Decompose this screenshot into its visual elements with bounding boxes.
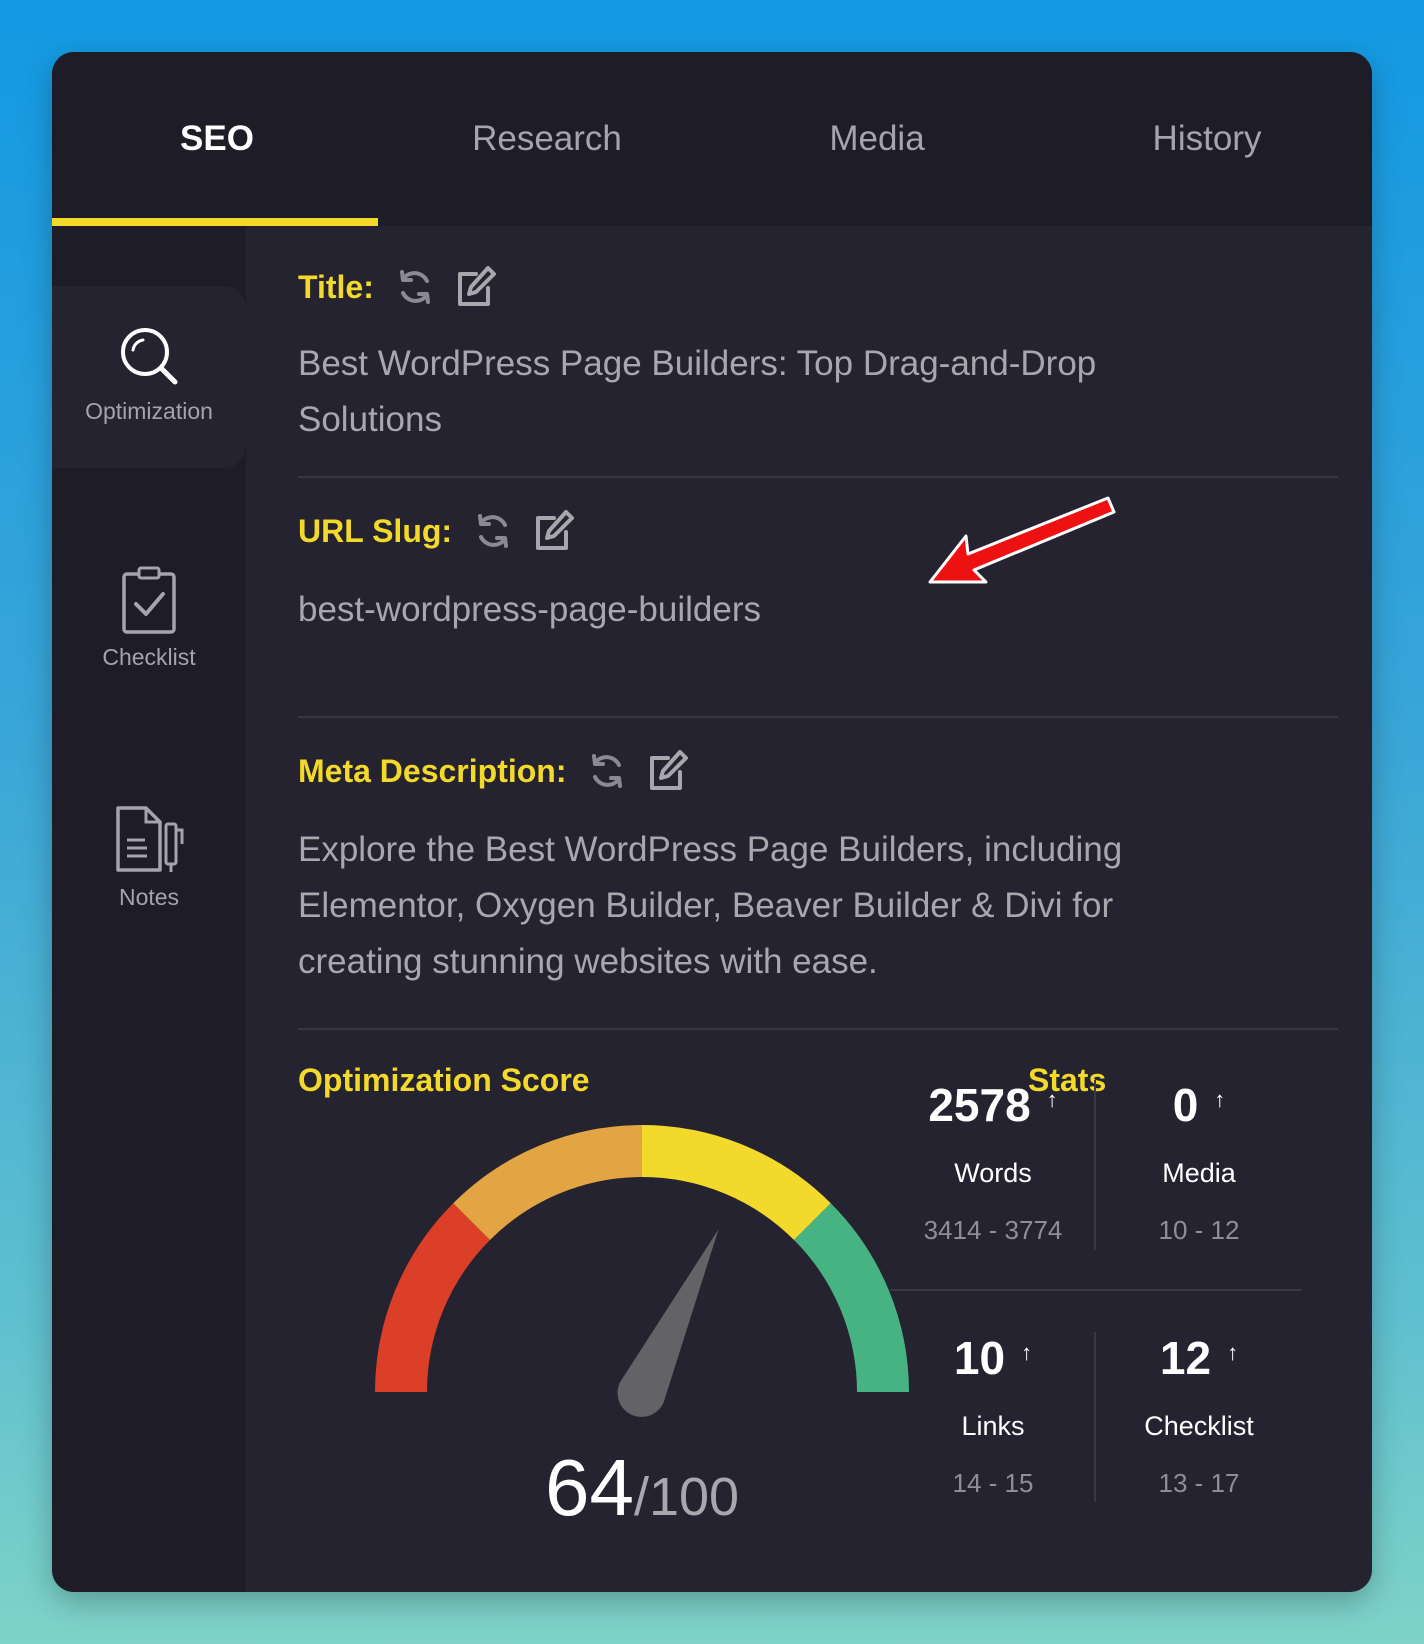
- title-field-header: Title:: [298, 266, 496, 308]
- active-tab-indicator: [52, 218, 378, 226]
- score-value: 64: [544, 1443, 634, 1532]
- stat-value: 0: [1172, 1079, 1199, 1131]
- clipboard-check-icon: [122, 566, 176, 634]
- slug-field-header: URL Slug:: [298, 510, 575, 552]
- sidebar: Optimization Checklist Notes: [52, 226, 246, 1592]
- score-max: /100: [633, 1467, 740, 1527]
- refresh-icon[interactable]: [586, 750, 628, 792]
- sidebar-item-checklist[interactable]: Checklist: [52, 566, 246, 671]
- meta-value[interactable]: Explore the Best WordPress Page Builders…: [298, 822, 1198, 990]
- arrow-up-icon: ↑: [1046, 1087, 1058, 1112]
- tab-history[interactable]: History: [1042, 52, 1372, 226]
- title-value[interactable]: Best WordPress Page Builders: Top Drag-a…: [298, 336, 1218, 448]
- sidebar-item-notes[interactable]: Notes: [52, 804, 246, 911]
- sidebar-item-label: Notes: [118, 884, 180, 910]
- tab-label: History: [1152, 119, 1262, 158]
- score-gauge: [375, 1125, 909, 1417]
- stat-media: 0 ↑ Media 10 - 12: [1094, 1078, 1304, 1246]
- annotation-arrow-icon: [928, 496, 1116, 584]
- tab-bar: SEO Research Media History: [52, 52, 1372, 226]
- edit-icon[interactable]: [532, 510, 575, 552]
- arrow-up-icon: ↑: [1021, 1340, 1033, 1365]
- refresh-icon[interactable]: [472, 510, 514, 552]
- stat-checklist: 12 ↑ Checklist 13 - 17: [1094, 1331, 1304, 1499]
- stat-range: 13 - 17: [1158, 1468, 1240, 1498]
- refresh-icon[interactable]: [394, 266, 436, 308]
- stat-label: Words: [954, 1158, 1032, 1188]
- edit-icon[interactable]: [646, 750, 689, 792]
- edit-icon[interactable]: [454, 266, 496, 308]
- tab-label: Media: [829, 119, 925, 158]
- tab-seo[interactable]: SEO: [52, 52, 382, 226]
- divider: [298, 476, 1338, 478]
- stat-links: 10 ↑ Links 14 - 15: [888, 1331, 1098, 1499]
- arrow-up-icon: ↑: [1227, 1340, 1239, 1365]
- tab-media[interactable]: Media: [712, 52, 1042, 226]
- gauge-segment-red: [375, 1203, 491, 1393]
- divider: [298, 1028, 1338, 1030]
- title-label: Title:: [298, 268, 374, 305]
- arrow-up-icon: ↑: [1214, 1087, 1226, 1112]
- gauge-segment-green: [793, 1203, 909, 1393]
- meta-field-header: Meta Description:: [298, 750, 689, 792]
- stat-label: Links: [961, 1411, 1025, 1441]
- gauge-segment-orange: [453, 1125, 643, 1241]
- seo-panel: SEO Research Media History Optimization …: [52, 52, 1372, 1592]
- stat-words: 2578 ↑ Words 3414 - 3774: [888, 1078, 1098, 1246]
- search-icon: [121, 328, 178, 385]
- slug-label: URL Slug:: [298, 512, 453, 549]
- sidebar-item-optimization[interactable]: Optimization: [52, 324, 246, 425]
- stat-range: 10 - 12: [1158, 1215, 1240, 1245]
- stat-value: 2578: [928, 1079, 1031, 1131]
- stat-value: 10: [953, 1332, 1006, 1384]
- tab-label: Research: [472, 119, 622, 158]
- stats-divider: [890, 1289, 1302, 1291]
- tab-label: SEO: [180, 119, 254, 158]
- divider: [298, 716, 1338, 718]
- sidebar-item-label: Checklist: [102, 644, 196, 670]
- notes-icon: [116, 806, 184, 872]
- tab-research[interactable]: Research: [382, 52, 712, 226]
- stat-label: Media: [1162, 1158, 1236, 1188]
- gauge-segment-yellow: [641, 1125, 831, 1241]
- score-readout: 64/100: [342, 1442, 942, 1534]
- stat-range: 3414 - 3774: [923, 1215, 1063, 1245]
- gauge-needle: [617, 1229, 719, 1417]
- stat-value: 12: [1159, 1332, 1212, 1384]
- stat-label: Checklist: [1144, 1411, 1254, 1441]
- meta-label: Meta Description:: [298, 752, 567, 789]
- sidebar-item-label: Optimization: [85, 398, 213, 424]
- stat-range: 14 - 15: [952, 1468, 1034, 1498]
